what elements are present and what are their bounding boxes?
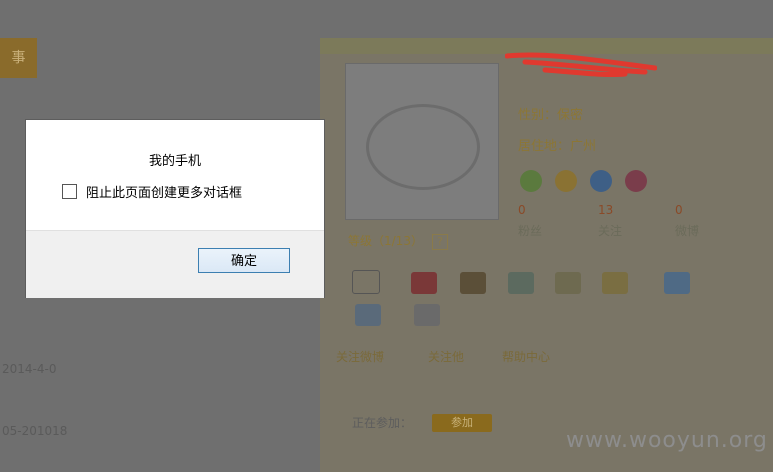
achievement-icon[interactable] <box>355 304 381 326</box>
achievement-icon[interactable] <box>602 272 628 294</box>
help-center-link[interactable]: 帮助中心 <box>502 348 550 365</box>
redaction-scribble <box>505 52 657 78</box>
badge-icon <box>590 170 612 192</box>
left-date-text: 2014-4-0 <box>2 362 57 376</box>
badge-icon <box>520 170 542 192</box>
follow-weibo-link[interactable]: 关注微博 <box>336 348 384 365</box>
stat-weibo-value: 0 <box>675 203 683 217</box>
achievement-icon[interactable] <box>352 270 380 294</box>
dialog-message: 我的手机 <box>148 154 201 169</box>
follow-him-link[interactable]: 关注他 <box>428 348 464 365</box>
dialog-body: 我的手机 阻止此页面创建更多对话框 <box>26 120 324 230</box>
help-icon[interactable]: ? <box>432 234 448 250</box>
suppress-dialogs-label[interactable]: 阻止此页面创建更多对话框 <box>86 182 242 201</box>
suppress-dialogs-option[interactable]: 阻止此页面创建更多对话框 <box>62 182 242 201</box>
level-label: 等级（1/13） <box>348 234 423 248</box>
achievement-icon[interactable] <box>555 272 581 294</box>
join-button[interactable]: 参加 <box>432 414 492 432</box>
badge-icon <box>625 170 647 192</box>
suppress-dialogs-checkbox[interactable] <box>62 184 77 199</box>
avatar <box>345 63 499 220</box>
join-label: 正在参加： <box>352 416 413 430</box>
stat-follow-value: 13 <box>598 203 614 217</box>
achievement-icon[interactable] <box>508 272 534 294</box>
stat-fans-value: 0 <box>518 203 526 217</box>
alert-dialog: 我的手机 阻止此页面创建更多对话框 确定 <box>26 120 324 298</box>
achievement-icon[interactable] <box>460 272 486 294</box>
profile-gender: 性别：保密 <box>518 108 584 123</box>
stat-follow-label[interactable]: 关注 <box>598 222 622 239</box>
stat-fans-label[interactable]: 粉丝 <box>518 222 542 239</box>
avatar-placeholder-icon <box>366 104 480 190</box>
left-id-text: 05-201018 <box>2 424 68 438</box>
left-tab: 事 <box>0 38 37 78</box>
achievement-icon[interactable] <box>414 304 440 326</box>
ok-button[interactable]: 确定 <box>198 248 290 273</box>
stat-weibo-label[interactable]: 微博 <box>675 222 699 239</box>
achievement-icon[interactable] <box>664 272 690 294</box>
achievement-icon[interactable] <box>411 272 437 294</box>
watermark: www.wooyun.org <box>566 428 768 453</box>
badge-icon <box>555 170 577 192</box>
profile-location: 居住地：广州 <box>518 139 597 154</box>
